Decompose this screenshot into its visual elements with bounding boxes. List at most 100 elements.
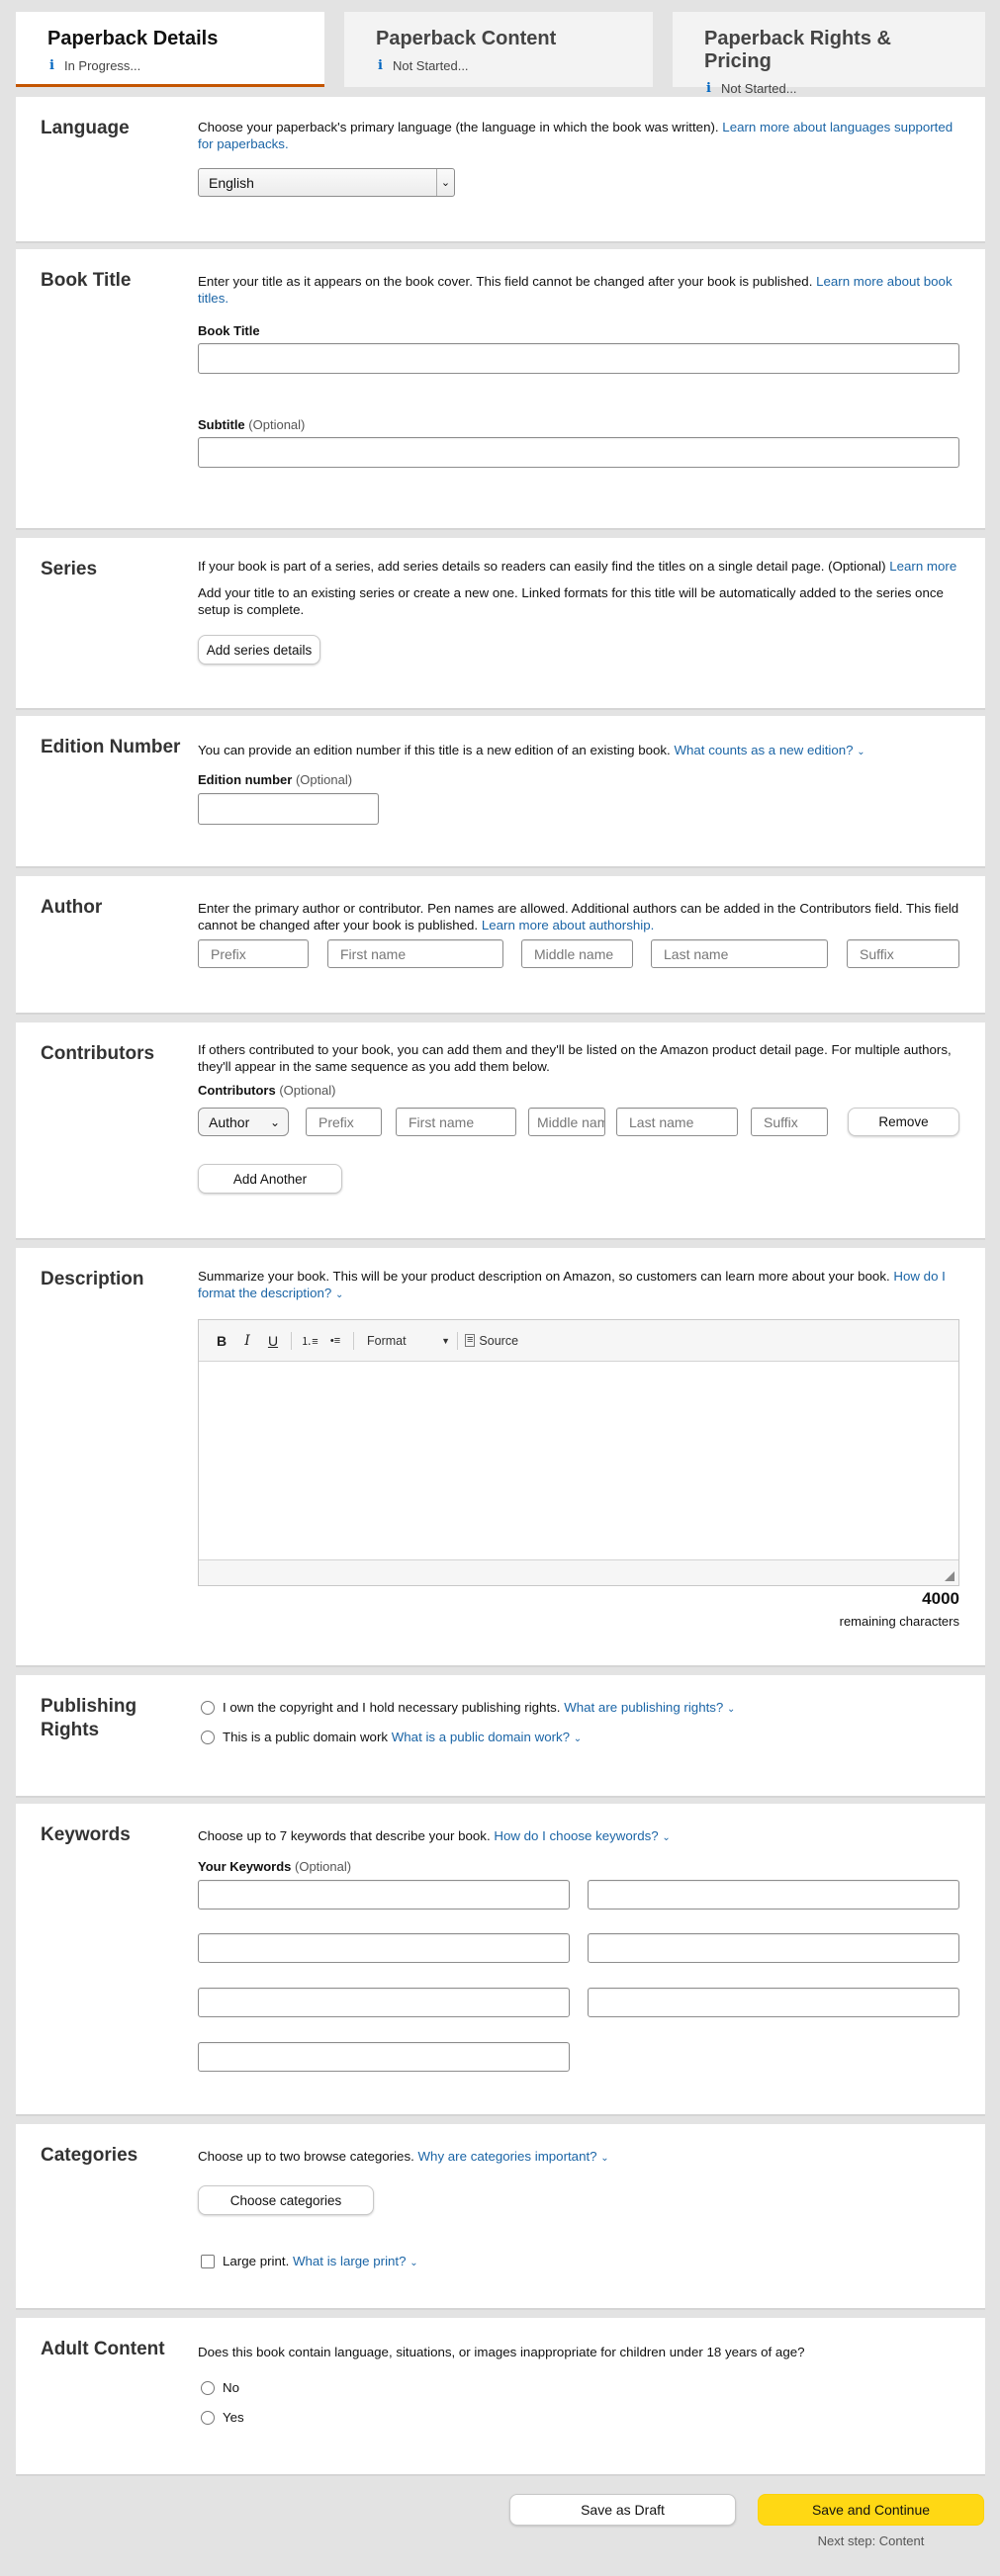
publishing-rights-section: Publishing Rights I own the copyright an… (16, 1675, 985, 1798)
author-first-name-input[interactable]: First name (327, 939, 503, 968)
remaining-characters-label: remaining characters (839, 1614, 959, 1629)
section-title: Adult Content (41, 2339, 165, 2359)
keyword-input-5[interactable] (198, 1988, 570, 2017)
categories-help-link[interactable]: Why are categories important? ⌄ (418, 2149, 609, 2164)
chevron-down-icon: ⌄ (436, 169, 454, 196)
italic-button[interactable]: I (236, 1330, 258, 1352)
large-print-checkbox[interactable] (201, 2255, 215, 2268)
public-domain-radio[interactable] (201, 1731, 215, 1744)
save-as-draft-button[interactable]: Save as Draft (509, 2494, 736, 2526)
book-title-input[interactable] (198, 343, 959, 374)
keywords-section: Keywords Choose up to 7 keywords that de… (16, 1804, 985, 2116)
keywords-help-link[interactable]: How do I choose keywords? ⌄ (494, 1828, 670, 1843)
language-select[interactable]: English ⌄ (198, 168, 455, 197)
author-last-name-input[interactable]: Last name (651, 939, 828, 968)
tab-paperback-rights-pricing[interactable]: Paperback Rights & Pricing i Not Started.… (673, 12, 985, 96)
section-title: Description (41, 1269, 144, 1289)
bold-button[interactable]: B (211, 1330, 232, 1352)
section-title: Keywords (41, 1824, 131, 1845)
keyword-input-2[interactable] (588, 1880, 959, 1910)
language-section: Language Choose your paperback's primary… (16, 97, 985, 243)
description-editor[interactable]: B I U ⒈≡ •≡ Format ▼ ≡ Source (198, 1319, 959, 1586)
public-domain-label: This is a public domain work What is a p… (223, 1730, 583, 1744)
keyword-input-4[interactable] (588, 1933, 959, 1963)
chevron-down-icon: ⌄ (662, 1832, 671, 1843)
section-title: Series (41, 559, 98, 579)
add-another-contributor-button[interactable]: Add Another (198, 1164, 342, 1194)
description-section: Description Summarize your book. This wi… (16, 1248, 985, 1667)
adult-no-label: No (223, 2380, 239, 2395)
own-rights-label: I own the copyright and I hold necessary… (223, 1700, 736, 1715)
resize-handle-icon[interactable] (945, 1571, 955, 1581)
toolbar-divider (291, 1331, 292, 1350)
series-learn-more-link[interactable]: Learn more (889, 559, 956, 574)
keyword-input-7[interactable] (198, 2042, 570, 2072)
contributor-last-name-input[interactable]: Last name (616, 1108, 738, 1136)
series-description: If your book is part of a series, add se… (198, 559, 957, 574)
section-title: Book Title (41, 270, 132, 291)
source-icon: ≡ (465, 1334, 476, 1347)
underline-button[interactable]: U (262, 1330, 284, 1352)
contributor-role-select[interactable]: Author ⌄ (198, 1108, 289, 1136)
publishing-rights-link[interactable]: What are publishing rights? ⌄ (564, 1700, 735, 1715)
remove-contributor-button[interactable]: Remove (848, 1108, 959, 1136)
info-icon: i (706, 81, 711, 96)
contributors-description: If others contributed to your book, you … (198, 1042, 952, 1074)
section-title: Author (41, 897, 103, 918)
author-prefix-input[interactable]: Prefix (198, 939, 309, 968)
tab-paperback-details[interactable]: Paperback Details i In Progress... (16, 12, 324, 87)
format-dropdown[interactable]: Format ▼ (361, 1334, 450, 1348)
section-title: Contributors (41, 1043, 155, 1064)
book-title-description: Enter your title as it appears on the bo… (198, 274, 953, 306)
chevron-down-icon: ⌄ (857, 747, 865, 757)
tab-title: Paperback Content (376, 28, 557, 49)
subtitle-input[interactable] (198, 437, 959, 468)
contributors-section: Contributors If others contributed to yo… (16, 1022, 985, 1240)
chevron-down-icon: ⌄ (727, 1704, 736, 1715)
section-title: Language (41, 118, 130, 138)
contributor-prefix-input[interactable]: Prefix (306, 1108, 382, 1136)
keyword-input-3[interactable] (198, 1933, 570, 1963)
tab-paperback-content[interactable]: Paperback Content i Not Started... (344, 12, 653, 87)
author-description: Enter the primary author or contributor.… (198, 901, 959, 933)
chevron-down-icon: ⌄ (409, 2258, 418, 2268)
edition-info-link[interactable]: What counts as a new edition? ⌄ (674, 743, 864, 757)
edition-number-section: Edition Number You can provide an editio… (16, 716, 985, 868)
edition-number-label: Edition number (Optional) (198, 772, 353, 787)
large-print-label: Large print. What is large print? ⌄ (223, 2254, 418, 2268)
adult-yes-radio[interactable] (201, 2411, 215, 2425)
keyword-input-6[interactable] (588, 1988, 959, 2017)
tab-status: i In Progress... (49, 58, 141, 73)
save-and-continue-button[interactable]: Save and Continue (758, 2494, 984, 2526)
authorship-learn-more-link[interactable]: Learn more about authorship. (482, 918, 654, 933)
subtitle-label: Subtitle (Optional) (198, 417, 306, 432)
keyword-input-1[interactable] (198, 1880, 570, 1910)
choose-categories-button[interactable]: Choose categories (198, 2185, 374, 2215)
tab-status: i Not Started... (378, 58, 469, 73)
chevron-down-icon: ⌄ (573, 1733, 583, 1744)
adult-content-section: Adult Content Does this book contain lan… (16, 2318, 985, 2476)
large-print-link[interactable]: What is large print? ⌄ (293, 2254, 418, 2268)
series-section: Series If your book is part of a series,… (16, 538, 985, 710)
numbered-list-icon[interactable]: ⒈≡ (299, 1330, 320, 1352)
author-suffix-input[interactable]: Suffix (847, 939, 959, 968)
adult-yes-label: Yes (223, 2410, 244, 2425)
contributor-middle-name-input[interactable]: Middle name (528, 1108, 605, 1136)
chevron-down-icon: ⌄ (334, 1289, 344, 1300)
chevron-down-icon: ⌄ (269, 1114, 280, 1129)
add-series-details-button[interactable]: Add series details (198, 635, 320, 665)
tab-title: Paperback Rights & Pricing (704, 28, 891, 72)
edition-description: You can provide an edition number if thi… (198, 743, 865, 757)
toolbar-divider (353, 1331, 354, 1350)
own-rights-radio[interactable] (201, 1701, 215, 1715)
edition-number-input[interactable] (198, 793, 379, 825)
series-description-2: Add your title to an existing series or … (198, 585, 944, 617)
contributor-first-name-input[interactable]: First name (396, 1108, 516, 1136)
section-title: Edition Number (41, 737, 181, 757)
contributor-suffix-input[interactable]: Suffix (751, 1108, 828, 1136)
public-domain-link[interactable]: What is a public domain work? ⌄ (392, 1730, 582, 1744)
adult-no-radio[interactable] (201, 2381, 215, 2395)
source-button[interactable]: ≡ Source (465, 1334, 518, 1348)
author-middle-name-input[interactable]: Middle name (521, 939, 633, 968)
bulleted-list-icon[interactable]: •≡ (324, 1330, 346, 1352)
